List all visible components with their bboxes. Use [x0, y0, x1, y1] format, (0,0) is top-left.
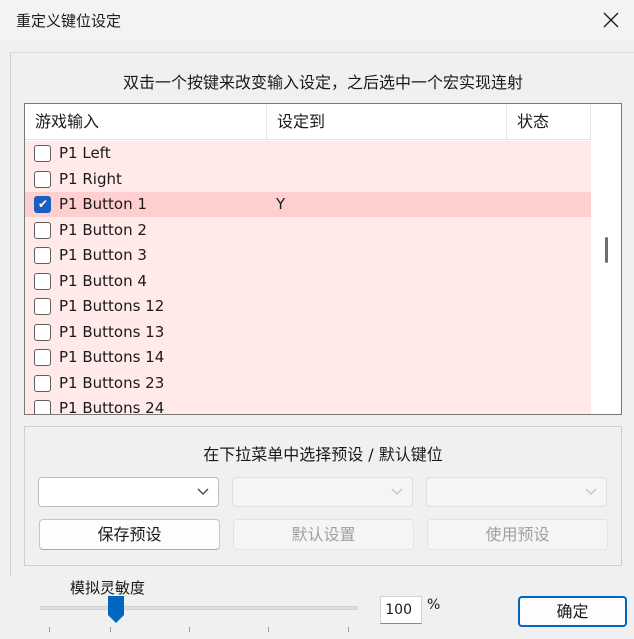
column-header-mapped-to[interactable]: 设定到 — [267, 104, 507, 140]
row-checkbox[interactable]: ✔ — [34, 196, 51, 213]
list-row[interactable]: P1 Button 4 — [25, 269, 591, 294]
row-checkbox[interactable] — [34, 272, 51, 290]
list-row[interactable]: P1 Buttons 13 — [25, 320, 591, 345]
row-checkbox[interactable] — [34, 374, 51, 392]
preset-dropdown-2[interactable] — [232, 477, 413, 507]
row-checkbox[interactable] — [34, 170, 51, 188]
list-row[interactable]: P1 Buttons 23 — [25, 371, 591, 396]
close-icon — [603, 12, 619, 28]
slider-tick — [110, 627, 111, 632]
row-label: P1 Button 2 — [59, 220, 147, 239]
row-label: P1 Button 1 — [59, 195, 147, 213]
row-label: P1 Buttons 24 — [59, 399, 165, 415]
list-row[interactable]: P1 Right — [25, 167, 591, 192]
instruction-text: 双击一个按键来改变输入设定，之后选中一个宏实现连射 — [122, 73, 523, 92]
row-checkbox[interactable] — [34, 323, 51, 341]
column-header-game-input[interactable]: 游戏输入 — [25, 104, 267, 140]
row-checkbox[interactable] — [34, 400, 51, 414]
slider-tick — [189, 627, 190, 632]
bottom-bar: 模拟灵敏度 100 % 确定 — [0, 577, 634, 639]
row-label: P1 Button 3 — [59, 246, 147, 264]
preset-group-title: 在下拉菜单中选择预设 / 默认键位 — [203, 445, 443, 464]
row-checkbox[interactable] — [34, 298, 51, 315]
row-mapped-value: Y — [276, 195, 286, 213]
percent-unit: % — [427, 597, 441, 613]
row-checkbox[interactable] — [34, 145, 51, 162]
list-row[interactable]: P1 Left — [25, 141, 591, 166]
save-preset-button[interactable]: 保存预设 — [39, 519, 220, 550]
chevron-down-icon — [391, 488, 403, 495]
list-row[interactable]: P1 Button 2 — [25, 218, 591, 243]
default-settings-button[interactable]: 默认设置 — [233, 519, 414, 550]
row-label: P1 Button 4 — [59, 271, 147, 290]
row-checkbox[interactable] — [34, 349, 51, 366]
close-button[interactable] — [588, 0, 634, 40]
list-rows: P1 Left P1 Right ✔ P1 Button 1 Y P1 Button 2 P… — [25, 141, 591, 415]
row-label: P1 Buttons 13 — [59, 322, 165, 341]
row-checkbox[interactable] — [34, 221, 51, 239]
preset-dropdown-3[interactable] — [426, 477, 607, 507]
list-header: 游戏输入 设定到 状态 — [25, 104, 591, 140]
title-bar: 重定义键位设定 — [0, 0, 634, 40]
sensitivity-value-input[interactable]: 100 — [380, 596, 422, 624]
row-label: P1 Right — [59, 169, 122, 188]
row-checkbox[interactable] — [34, 247, 51, 264]
row-label: P1 Buttons 23 — [59, 373, 165, 392]
slider-tick — [348, 627, 349, 632]
input-list[interactable]: 游戏输入 设定到 状态 P1 Left P1 Right ✔ P1 Button 1 Y… — [24, 103, 622, 415]
checkmark-icon: ✔ — [38, 197, 49, 211]
use-preset-button[interactable]: 使用预设 — [427, 519, 608, 550]
list-scrollbar[interactable] — [591, 104, 621, 414]
preset-dropdown[interactable] — [38, 477, 219, 507]
list-row[interactable]: P1 Buttons 24 — [25, 396, 591, 415]
scrollbar-thumb[interactable] — [605, 237, 608, 263]
chevron-down-icon — [585, 488, 597, 495]
window-title: 重定义键位设定 — [16, 12, 122, 30]
row-label: P1 Left — [59, 144, 111, 162]
preset-group: 在下拉菜单中选择预设 / 默认键位 保存预设 默认设置 使用预设 — [24, 426, 622, 566]
list-row[interactable]: ✔ P1 Button 1 Y — [25, 192, 591, 217]
row-label: P1 Buttons 12 — [59, 297, 165, 315]
ok-button[interactable]: 确定 — [518, 596, 627, 627]
sensitivity-slider-thumb[interactable] — [106, 595, 126, 625]
column-header-status[interactable]: 状态 — [507, 104, 591, 140]
slider-tick — [268, 627, 269, 632]
chevron-down-icon — [197, 488, 209, 495]
list-row[interactable]: P1 Buttons 14 — [25, 345, 591, 370]
list-row[interactable]: P1 Buttons 12 — [25, 294, 591, 319]
slider-tick — [49, 627, 50, 632]
sensitivity-slider-track[interactable] — [40, 606, 358, 610]
list-row[interactable]: P1 Button 3 — [25, 243, 591, 268]
row-label: P1 Buttons 14 — [59, 348, 165, 366]
